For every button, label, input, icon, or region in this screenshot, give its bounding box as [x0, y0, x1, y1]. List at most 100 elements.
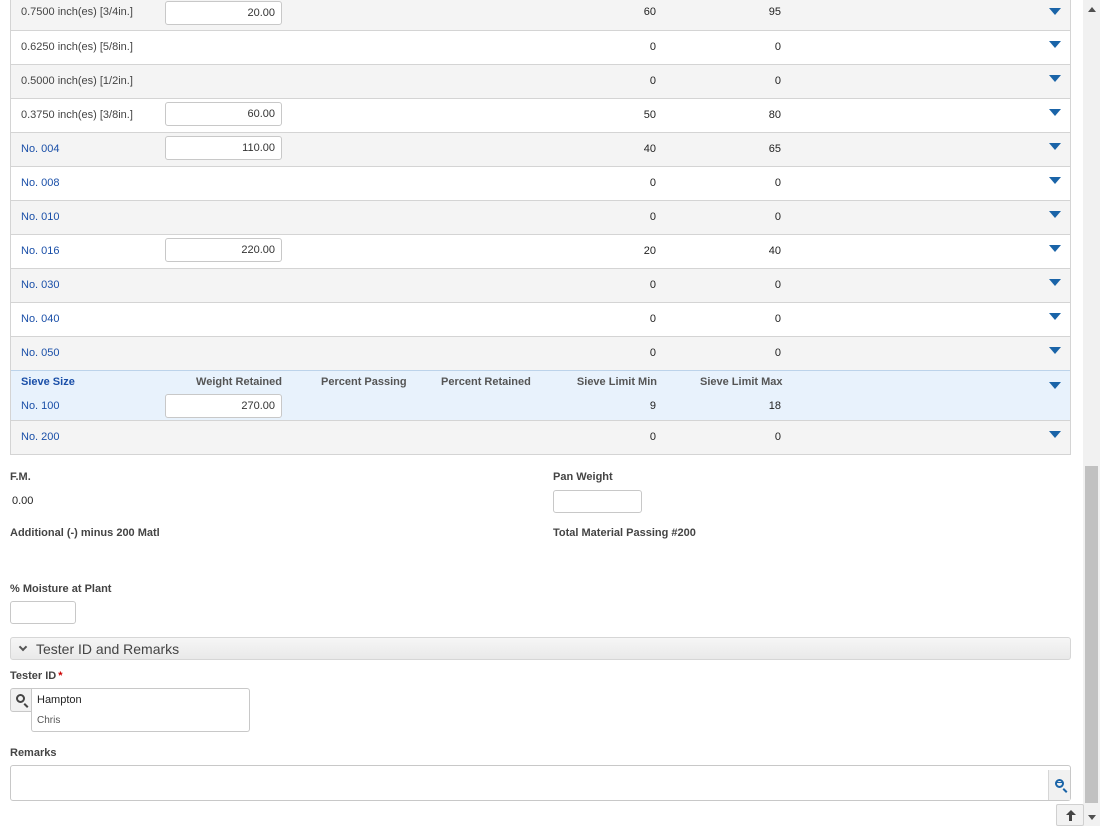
- sieve-limit-min-cell: 0: [649, 313, 656, 325]
- sieve-limit-min-cell: 0: [649, 279, 656, 291]
- sieve-size-link[interactable]: No. 050: [21, 347, 60, 359]
- section-title: Tester ID and Remarks: [36, 641, 180, 657]
- header-weight-retained: Weight Retained: [196, 376, 282, 388]
- arrow-up-shaft: [1069, 815, 1072, 821]
- sieve-limit-max-cell: 0: [774, 211, 781, 223]
- fm-label: F.M.: [10, 471, 31, 483]
- sieve-limit-max-cell: 0: [774, 313, 781, 325]
- sieve-size-link[interactable]: No. 040: [21, 313, 60, 325]
- vertical-scrollbar[interactable]: [1083, 0, 1100, 826]
- table-row[interactable]: 0.6250 inch(es) [5/8in.] 0 0: [11, 30, 1070, 64]
- caret-down-icon[interactable]: [1049, 245, 1061, 252]
- sieve-limit-min-cell: 60: [643, 6, 656, 18]
- tester-firstname-field[interactable]: Chris: [31, 711, 250, 732]
- caret-down-icon[interactable]: [1049, 41, 1061, 48]
- remarks-zoom-button[interactable]: [1048, 770, 1070, 800]
- sieve-limit-min-cell: 0: [649, 75, 656, 87]
- sieve-limit-min-cell: 0: [649, 431, 656, 443]
- caret-down-icon[interactable]: [1049, 177, 1061, 184]
- scroll-thumb[interactable]: [1085, 466, 1098, 803]
- sieve-limit-max-cell: 80: [768, 109, 781, 121]
- caret-down-icon[interactable]: [1049, 75, 1061, 82]
- caret-down-icon[interactable]: [1049, 431, 1061, 438]
- caret-down-icon[interactable]: [1049, 382, 1061, 389]
- table-row[interactable]: No. 010 0 0: [11, 200, 1070, 234]
- sieve-size-cell: 0.6250 inch(es) [5/8in.]: [21, 41, 133, 53]
- sieve-limit-min-cell: 0: [649, 41, 656, 53]
- table-row[interactable]: No. 016 220.00 20 40: [11, 234, 1070, 268]
- tester-search-button[interactable]: [10, 688, 32, 712]
- pan-weight-label: Pan Weight: [553, 471, 613, 483]
- table-row[interactable]: No. 004 110.00 40 65: [11, 132, 1070, 166]
- table-row[interactable]: No. 030 0 0: [11, 268, 1070, 302]
- sieve-limit-max-cell: 0: [774, 279, 781, 291]
- caret-down-icon[interactable]: [1049, 109, 1061, 116]
- sieve-size-cell: 0.7500 inch(es) [3/4in.]: [21, 6, 133, 18]
- weight-retained-input[interactable]: 20.00: [165, 1, 282, 25]
- table-row[interactable]: No. 040 0 0: [11, 302, 1070, 336]
- caret-down-icon[interactable]: [1049, 313, 1061, 320]
- table-row[interactable]: 0.3750 inch(es) [3/8in.] 60.00 50 80: [11, 98, 1070, 132]
- pan-weight-input[interactable]: [553, 490, 642, 513]
- caret-down-icon[interactable]: [1049, 279, 1061, 286]
- weight-retained-input[interactable]: 110.00: [165, 136, 282, 160]
- caret-down-icon[interactable]: [1049, 8, 1061, 15]
- additional-minus-200-label: Additional (-) minus 200 Matl: [10, 527, 160, 539]
- header-percent-retained: Percent Retained: [441, 376, 531, 388]
- header-sieve-limit-min: Sieve Limit Min: [576, 376, 657, 388]
- remarks-textarea[interactable]: [10, 765, 1071, 801]
- sieve-size-link[interactable]: No. 008: [21, 177, 60, 189]
- sieve-limit-max-cell: 18: [768, 400, 781, 412]
- scroll-up-arrow-icon[interactable]: [1088, 7, 1096, 12]
- sieve-limit-min-cell: 50: [643, 109, 656, 121]
- table-row[interactable]: 0.7500 inch(es) [3/4in.] 20.00 60 95: [11, 0, 1070, 30]
- sieve-limit-max-cell: 0: [774, 177, 781, 189]
- sieve-size-link[interactable]: No. 100: [21, 400, 60, 412]
- sieve-limit-min-cell: 40: [643, 143, 656, 155]
- weight-retained-input[interactable]: 220.00: [165, 238, 282, 262]
- caret-down-icon[interactable]: [1049, 211, 1061, 218]
- sieve-limit-min-cell: 0: [649, 177, 656, 189]
- table-row[interactable]: No. 050 0 0: [11, 336, 1070, 370]
- sieve-limit-min-cell: 0: [649, 347, 656, 359]
- sieve-size-cell: 0.5000 inch(es) [1/2in.]: [21, 75, 133, 87]
- sieve-size-link[interactable]: No. 004: [21, 143, 60, 155]
- page: 0.7500 inch(es) [3/4in.] 20.00 60 95 0.6…: [0, 0, 1100, 826]
- sieve-limit-max-cell: 0: [774, 431, 781, 443]
- sieve-limit-max-cell: 0: [774, 41, 781, 53]
- table-row[interactable]: No. 200 0 0: [11, 420, 1070, 454]
- moisture-input[interactable]: [10, 601, 76, 624]
- sieve-size-link[interactable]: No. 010: [21, 211, 60, 223]
- remarks-label: Remarks: [10, 747, 57, 759]
- header-sieve-limit-max: Sieve Limit Max: [700, 376, 783, 388]
- tester-remarks-section-header[interactable]: Tester ID and Remarks: [10, 637, 1071, 660]
- caret-down-icon[interactable]: [1049, 143, 1061, 150]
- sieve-limit-min-cell: 20: [643, 245, 656, 257]
- table-row[interactable]: No. 008 0 0: [11, 166, 1070, 200]
- sieve-limit-min-cell: 0: [649, 211, 656, 223]
- sieve-size-link[interactable]: No. 016: [21, 245, 60, 257]
- header-sieve-size: Sieve Size: [21, 376, 75, 388]
- sieve-size-link[interactable]: No. 200: [21, 431, 60, 443]
- fm-value: 0.00: [12, 495, 34, 507]
- moisture-label: % Moisture at Plant: [10, 583, 112, 595]
- table-row-hovered[interactable]: Sieve Size Weight Retained Percent Passi…: [11, 370, 1070, 420]
- back-to-top-button[interactable]: [1056, 804, 1084, 826]
- plus-icon: [1057, 782, 1062, 783]
- scroll-down-arrow-icon[interactable]: [1088, 815, 1096, 820]
- caret-down-icon[interactable]: [1049, 347, 1061, 354]
- required-asterisk: *: [58, 670, 63, 682]
- table-row[interactable]: 0.5000 inch(es) [1/2in.] 0 0: [11, 64, 1070, 98]
- sieve-limit-min-cell: 9: [649, 400, 656, 412]
- tester-lastname-field[interactable]: Hampton: [31, 688, 250, 712]
- sieve-table: 0.7500 inch(es) [3/4in.] 20.00 60 95 0.6…: [10, 0, 1071, 455]
- sieve-limit-max-cell: 95: [768, 6, 781, 18]
- sieve-size-link[interactable]: No. 030: [21, 279, 60, 291]
- header-percent-passing: Percent Passing: [321, 376, 407, 388]
- weight-retained-input[interactable]: 60.00: [165, 102, 282, 126]
- sieve-limit-max-cell: 0: [774, 347, 781, 359]
- weight-retained-input[interactable]: 270.00: [165, 394, 282, 418]
- sieve-limit-max-cell: 65: [768, 143, 781, 155]
- sieve-limit-max-cell: 0: [774, 75, 781, 87]
- sieve-size-cell: 0.3750 inch(es) [3/8in.]: [21, 109, 133, 121]
